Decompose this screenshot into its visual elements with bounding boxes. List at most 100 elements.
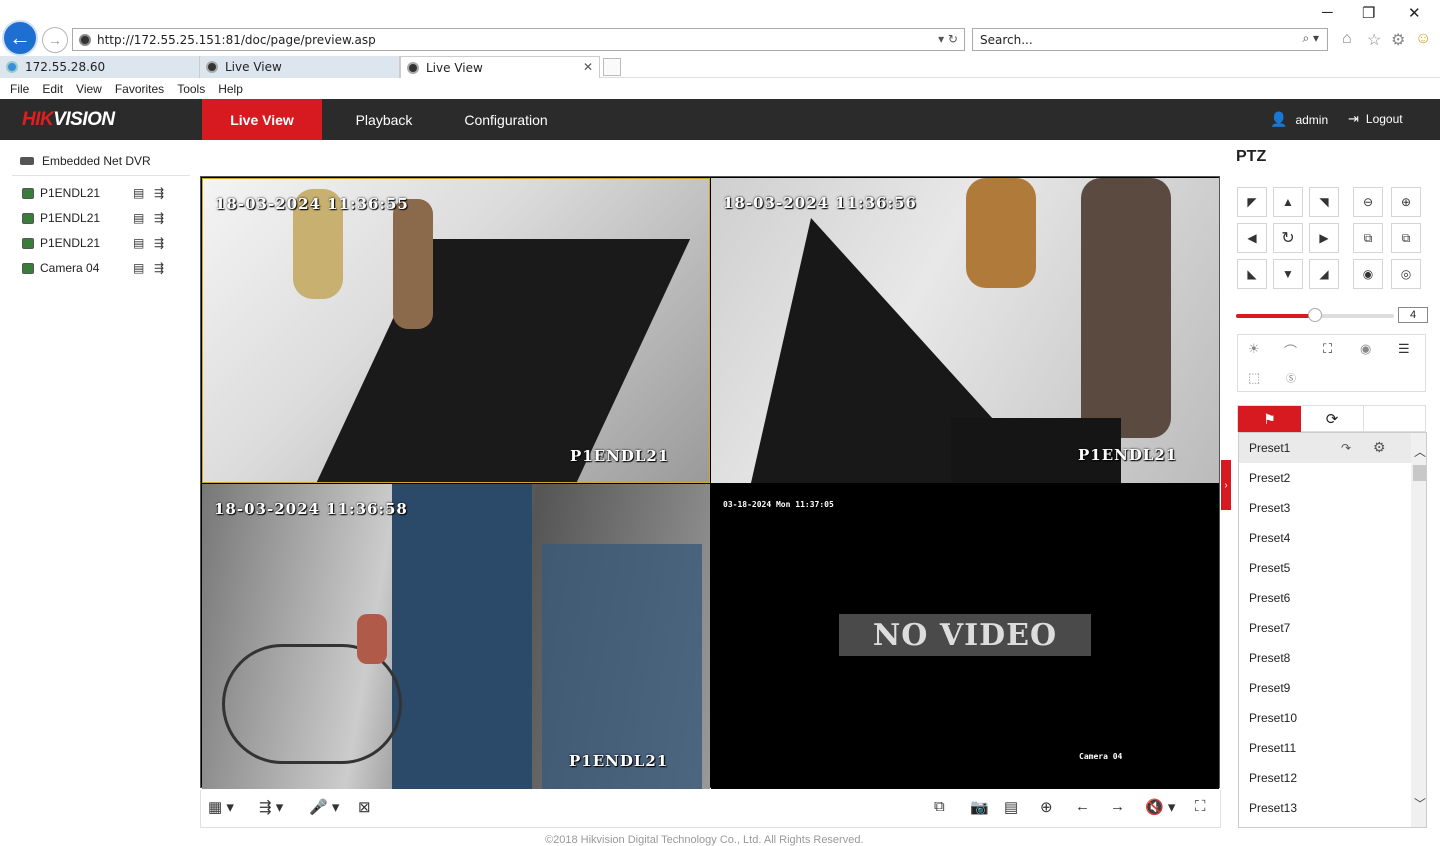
- light-icon[interactable]: ☀: [1248, 341, 1260, 357]
- stream-select-icon[interactable]: ⇶: [154, 211, 164, 225]
- ptz-up-right-icon[interactable]: ◥: [1309, 187, 1339, 217]
- stream-select-icon[interactable]: ⇶: [154, 261, 164, 275]
- iris-close-icon[interactable]: ◉: [1353, 259, 1383, 289]
- scroll-down-icon[interactable]: ﹀: [1414, 795, 1426, 812]
- record-icon[interactable]: ▤: [133, 236, 144, 250]
- menu-help[interactable]: Help: [218, 82, 243, 96]
- video-tile-4[interactable]: 03-18-2024 Mon 11:37:05 NO VIDEO Camera …: [711, 484, 1219, 789]
- iris-open-icon[interactable]: ◎: [1391, 259, 1421, 289]
- stream-select-icon[interactable]: ⇶: [154, 186, 164, 200]
- microphone-icon[interactable]: 🎤 ▾: [309, 798, 339, 816]
- tab-preset[interactable]: ⚑: [1238, 406, 1301, 432]
- stop-all-preview-icon[interactable]: ⊠: [358, 798, 371, 816]
- preset-item[interactable]: Preset10: [1239, 703, 1411, 733]
- back-button[interactable]: ←: [2, 20, 38, 56]
- record-icon[interactable]: ▤: [133, 261, 144, 275]
- device-tree-root[interactable]: Embedded Net DVR: [20, 154, 151, 168]
- ptz-down-left-icon[interactable]: ◣: [1237, 259, 1267, 289]
- focus-near-icon[interactable]: ⧉: [1353, 223, 1383, 253]
- menu-edit[interactable]: Edit: [42, 82, 63, 96]
- preset-item[interactable]: Preset6: [1239, 583, 1411, 613]
- nav-live-view[interactable]: Live View: [202, 99, 322, 140]
- record-icon[interactable]: ▤: [133, 186, 144, 200]
- video-tile-2[interactable]: 18-03-2024 11:36:56 P1ENDL21: [711, 178, 1219, 483]
- auxiliary-focus-icon[interactable]: ⛶: [1323, 341, 1332, 357]
- forward-button[interactable]: →: [42, 27, 68, 53]
- stream-select-icon[interactable]: ⇶: [154, 236, 164, 250]
- preset-item[interactable]: Preset12: [1239, 763, 1411, 793]
- preset-item[interactable]: Preset9: [1239, 673, 1411, 703]
- preset-item[interactable]: Preset2: [1239, 463, 1411, 493]
- ptz-speed-slider[interactable]: [1236, 308, 1394, 322]
- ptz-up-icon[interactable]: ▲: [1273, 187, 1303, 217]
- new-tab-button[interactable]: [603, 58, 621, 76]
- multi-window-icon[interactable]: ⧉: [934, 798, 945, 815]
- restore-icon[interactable]: ❐: [1362, 4, 1375, 22]
- preset-item[interactable]: Preset1 ↷ ⚙: [1239, 433, 1411, 463]
- address-bar[interactable]: http://172.55.25.151:81/doc/page/preview…: [72, 28, 965, 51]
- audio-muted-icon[interactable]: 🔇 ▾: [1145, 798, 1175, 816]
- menu-view[interactable]: View: [76, 82, 102, 96]
- zoom-out-icon[interactable]: ⊖: [1353, 187, 1383, 217]
- camera-item[interactable]: P1ENDL21 ▤ ⇶: [22, 234, 182, 252]
- favorites-star-icon[interactable]: ☆: [1367, 30, 1381, 50]
- collapse-ptz-button[interactable]: ›: [1221, 460, 1231, 510]
- tab-patrol[interactable]: ⟳: [1301, 406, 1364, 432]
- menu-lines-icon[interactable]: ☰: [1398, 341, 1410, 357]
- settings-gear-icon[interactable]: ⚙: [1391, 30, 1405, 50]
- user-menu[interactable]: 👤 admin: [1270, 111, 1328, 128]
- capture-camera-icon[interactable]: 📷: [970, 798, 989, 816]
- ptz-down-icon[interactable]: ▼: [1273, 259, 1303, 289]
- focus-far-icon[interactable]: ⧉: [1391, 223, 1421, 253]
- menu-tools[interactable]: Tools: [177, 82, 205, 96]
- preset-item[interactable]: Preset3: [1239, 493, 1411, 523]
- preset-item[interactable]: Preset8: [1239, 643, 1411, 673]
- close-tab-icon[interactable]: ✕: [583, 60, 593, 74]
- record-icon[interactable]: ▤: [133, 211, 144, 225]
- camera-item[interactable]: P1ENDL21 ▤ ⇶: [22, 184, 182, 202]
- set-preset-gear-icon[interactable]: ⚙: [1373, 439, 1386, 456]
- speed-slider-handle[interactable]: [1308, 308, 1322, 322]
- video-tile-1[interactable]: 18-03-2024 11:36:55 P1ENDL21: [202, 178, 710, 483]
- tab-live-view-active[interactable]: Live View ✕: [400, 56, 600, 78]
- preset-item[interactable]: Preset7: [1239, 613, 1411, 643]
- preset-item[interactable]: Preset5: [1239, 553, 1411, 583]
- call-preset-icon[interactable]: ↷: [1341, 441, 1351, 455]
- menu-file[interactable]: File: [10, 82, 29, 96]
- scroll-thumb[interactable]: [1413, 465, 1426, 481]
- ptz-up-left-icon[interactable]: ◤: [1237, 187, 1267, 217]
- minimize-icon[interactable]: ─: [1322, 4, 1333, 21]
- preset-item[interactable]: Preset11: [1239, 733, 1411, 763]
- ptz-auto-scan-icon[interactable]: ↻: [1273, 223, 1303, 253]
- 3d-positioning-icon[interactable]: Ⓢ: [1286, 370, 1296, 385]
- nav-playback[interactable]: Playback: [330, 99, 438, 140]
- logout-button[interactable]: ⇥ Logout: [1348, 111, 1403, 127]
- preset-item[interactable]: Preset13: [1239, 793, 1411, 823]
- fullscreen-icon[interactable]: ⛶: [1195, 798, 1206, 815]
- menu-favorites[interactable]: Favorites: [115, 82, 164, 96]
- wiper-icon[interactable]: ⌒: [1284, 341, 1297, 360]
- window-layout-icon[interactable]: ▦ ▾: [208, 798, 234, 816]
- ptz-right-icon[interactable]: ▶: [1309, 223, 1339, 253]
- previous-page-icon[interactable]: ←: [1075, 798, 1090, 815]
- preset-item[interactable]: Preset4: [1239, 523, 1411, 553]
- digital-zoom-icon[interactable]: ⊕: [1040, 798, 1053, 816]
- lens-init-icon[interactable]: ◉: [1360, 341, 1371, 357]
- ptz-down-right-icon[interactable]: ◢: [1309, 259, 1339, 289]
- camera-item[interactable]: Camera 04 ▤ ⇶: [22, 259, 182, 277]
- stream-type-icon[interactable]: ⇶ ▾: [259, 798, 283, 816]
- close-window-icon[interactable]: ✕: [1408, 4, 1421, 22]
- zoom-in-icon[interactable]: ⊕: [1391, 187, 1421, 217]
- camera-item[interactable]: P1ENDL21 ▤ ⇶: [22, 209, 182, 227]
- manual-tracking-icon[interactable]: ⬚: [1248, 370, 1260, 386]
- feedback-smiley-icon[interactable]: ☺: [1415, 30, 1431, 48]
- nav-configuration[interactable]: Configuration: [446, 99, 566, 140]
- search-icon[interactable]: ⌕ ▾: [1302, 31, 1319, 46]
- home-icon[interactable]: ⌂: [1342, 30, 1352, 48]
- refresh-icon[interactable]: ▾ ↻: [938, 32, 958, 46]
- search-input[interactable]: Search... ⌕ ▾: [972, 28, 1328, 51]
- record-video-icon[interactable]: ▤: [1004, 798, 1018, 816]
- scroll-up-icon[interactable]: ︿: [1414, 443, 1426, 460]
- tab-live-view-1[interactable]: Live View: [200, 56, 400, 78]
- preset-scrollbar[interactable]: ︿ ﹀: [1411, 433, 1426, 827]
